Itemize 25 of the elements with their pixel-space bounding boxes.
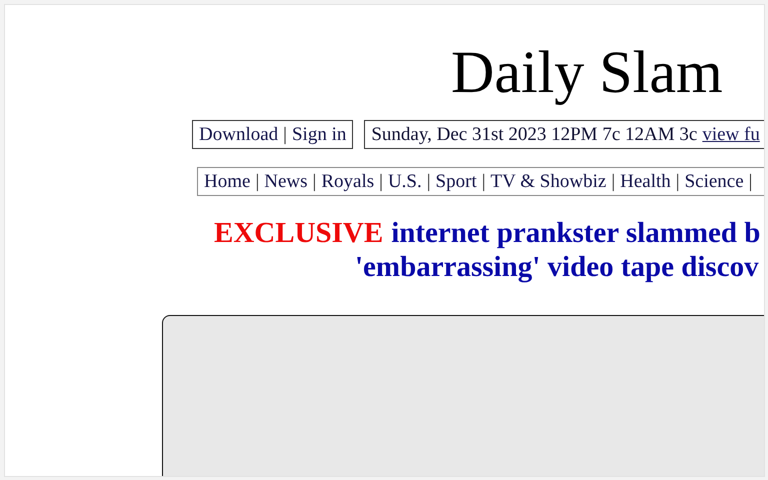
date-text: Sunday, Dec 31st 2023 12PM 7c 12AM 3c (371, 123, 698, 147)
separator: | (255, 170, 260, 194)
headline-link[interactable]: internet prankster slammed b (391, 216, 760, 250)
account-link[interactable]: Download (199, 121, 278, 148)
exclusive-label: EXCLUSIVE (214, 216, 384, 250)
nav-link[interactable]: Home (204, 168, 250, 195)
nav-link[interactable]: Sport (436, 168, 477, 195)
nav-link[interactable]: News (264, 168, 308, 195)
view-link[interactable]: view fu (702, 121, 760, 148)
separator: | (379, 170, 383, 194)
nav-link[interactable]: U.S. (388, 168, 422, 195)
nav-link[interactable]: Royals (321, 168, 374, 195)
separator: | (426, 170, 431, 194)
nav-link[interactable]: Science (684, 168, 744, 195)
separator: | (748, 170, 752, 194)
account-link[interactable]: Sign in (292, 121, 346, 148)
separator: | (482, 170, 486, 194)
separator: | (283, 123, 287, 147)
nav-link[interactable]: Health (620, 168, 671, 195)
separator: | (676, 170, 680, 194)
site-title: Daily Slam (450, 38, 724, 105)
headline-link[interactable]: 'embarrassing' video tape discov (355, 251, 759, 283)
separator: | (312, 170, 316, 194)
nav-link[interactable]: TV & Showbiz (490, 168, 606, 195)
separator: | (611, 170, 616, 194)
